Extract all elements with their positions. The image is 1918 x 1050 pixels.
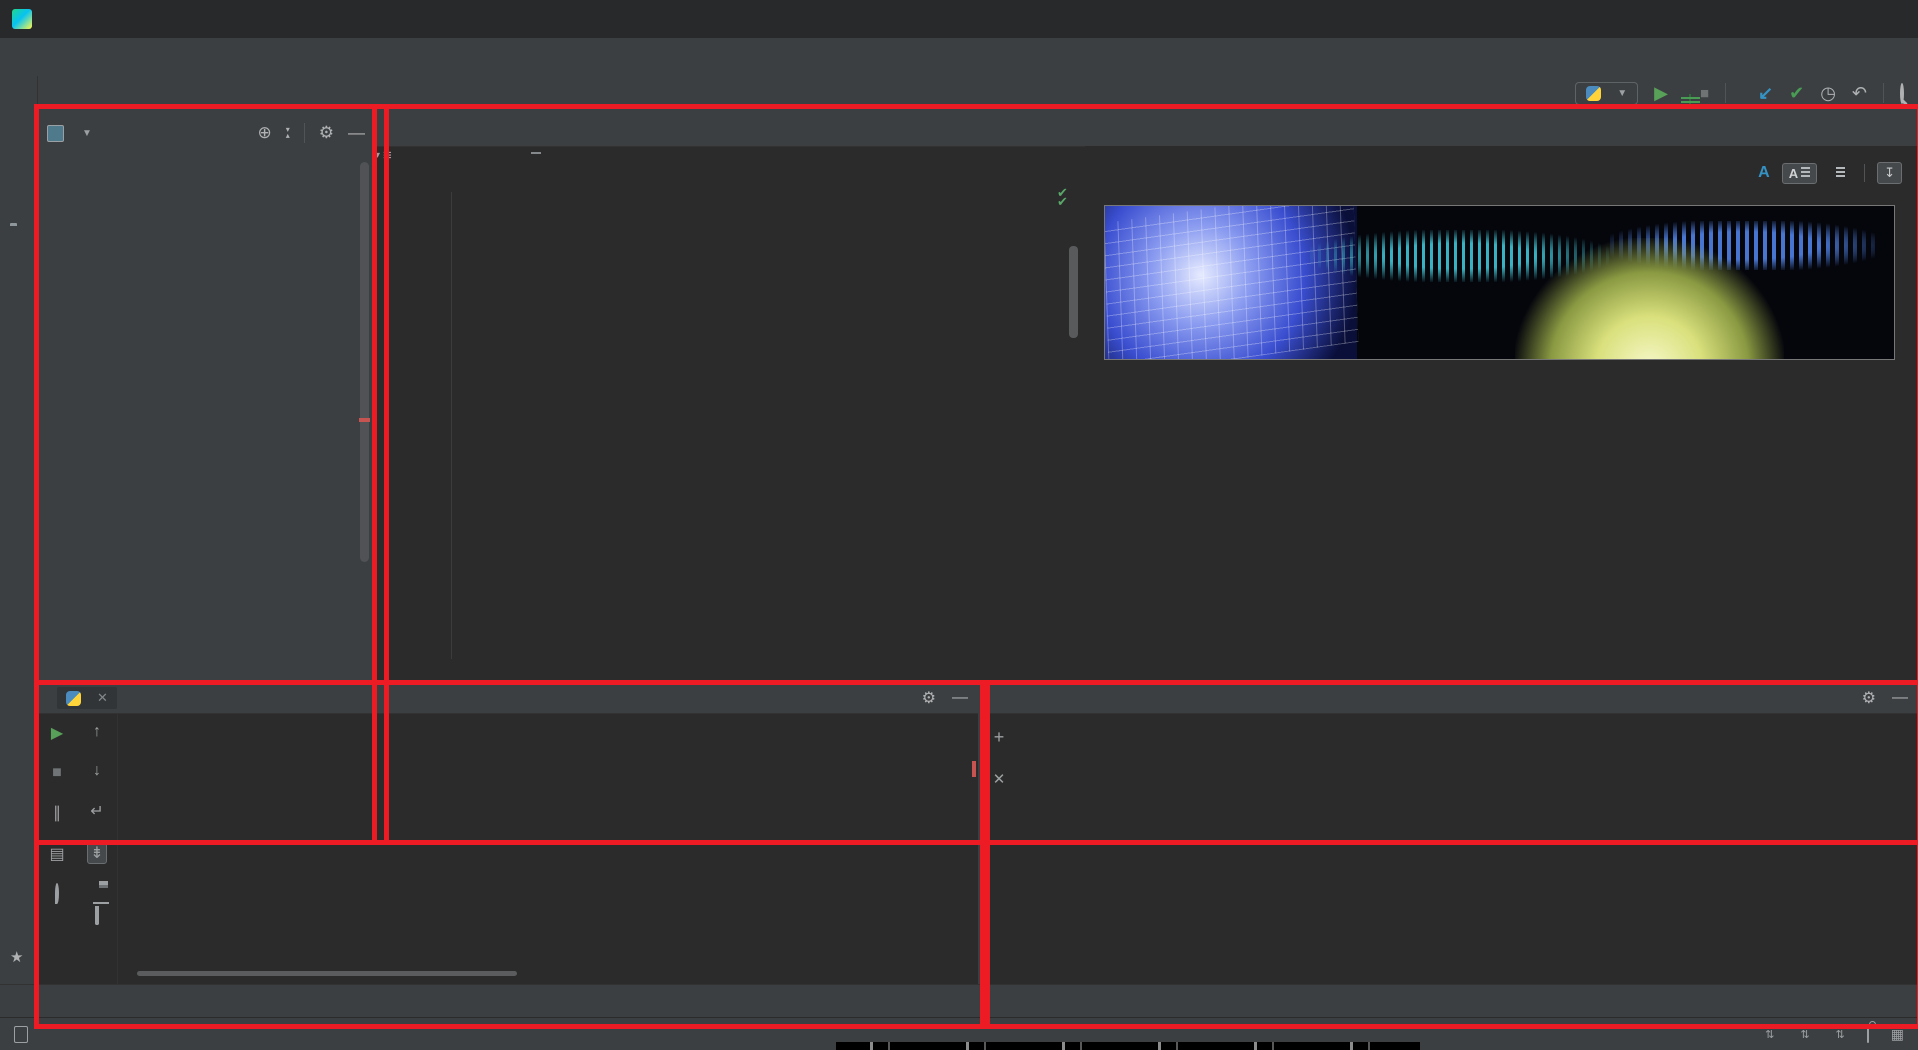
settings-gear-icon[interactable]: ⚙ [319, 123, 334, 143]
up-stack-trace-button[interactable]: ↑ [93, 723, 101, 741]
markdown-preview-pane [1085, 146, 1918, 683]
search-icon [1900, 83, 1904, 104]
collapse-all-button[interactable]: ▾▴ [286, 127, 290, 139]
minimize-button[interactable] [1768, 0, 1818, 38]
close-button[interactable] [1868, 0, 1918, 38]
view-editor-only-button[interactable]: A [1758, 164, 1770, 182]
pin-icon[interactable] [55, 885, 59, 903]
soft-wrap-button[interactable]: ↵ [90, 801, 103, 821]
terminal-toolbar: + ✕ [982, 713, 1016, 984]
chevron-updown-icon: ⇅ [1765, 1028, 1774, 1041]
python-icon [66, 691, 81, 706]
star-icon[interactable]: ★ [10, 948, 23, 966]
run-button[interactable]: ▶ [1654, 84, 1668, 102]
run-configuration-select[interactable]: ▼ [1575, 82, 1638, 105]
gutter-divider [451, 192, 452, 659]
line-separator-select[interactable]: ⇅ [1761, 1028, 1774, 1041]
git-branch-select[interactable]: ⇅ [1832, 1028, 1845, 1041]
close-icon[interactable]: ✕ [97, 690, 108, 706]
close-session-button[interactable]: ✕ [993, 770, 1006, 788]
tnt-banner-image [1104, 205, 1895, 360]
left-tool-stripe: ★ [0, 76, 38, 984]
inspections-ok-icon[interactable]: ✔✔ [1057, 188, 1068, 206]
partial-overlay-strip [836, 1042, 1420, 1050]
restore-layout-button[interactable]: ▤ [49, 844, 64, 864]
project-scrollbar[interactable] [360, 162, 369, 562]
error-stripe-mark [972, 761, 976, 777]
editor-vertical-scrollbar[interactable] [1069, 246, 1078, 338]
run-tab[interactable]: ✕ [57, 687, 117, 709]
banner-surface-graphic [1515, 238, 1783, 360]
chevron-updown-icon: ⇅ [1836, 1028, 1845, 1041]
auto-scroll-preview-button[interactable]: ↧ [1877, 162, 1902, 184]
stop-button[interactable]: ■ [1700, 86, 1709, 101]
menu-bar [0, 38, 1918, 76]
screen-reader-icon[interactable] [14, 1026, 28, 1043]
error-stripe-mark [359, 418, 370, 422]
chevron-updown-icon: ⇅ [1800, 1028, 1809, 1041]
python-icon [1586, 86, 1601, 101]
bottom-tool-stripe [0, 984, 1918, 1018]
project-panel: ▼ ⊕ ▾▴ ⚙ — [37, 110, 375, 683]
document-icon [1836, 167, 1845, 179]
clear-console-button[interactable] [95, 906, 99, 924]
new-session-button[interactable]: + [994, 727, 1005, 748]
maximize-button[interactable] [1818, 0, 1868, 38]
view-divider [1864, 164, 1865, 182]
pycharm-logo-icon [12, 9, 32, 29]
hide-panel-button[interactable]: — [952, 689, 968, 707]
hide-panel-button[interactable]: — [348, 123, 365, 143]
pause-button[interactable]: ∥ [53, 803, 61, 823]
search-everywhere-button[interactable] [1900, 85, 1904, 102]
scroll-to-end-button[interactable]: ⇟ [87, 842, 106, 864]
settings-gear-icon[interactable]: ⚙ [1862, 688, 1876, 708]
editor-area: ▾ ≡ ✔✔ [375, 110, 1918, 683]
chevron-down-icon: ▼ [1617, 88, 1627, 99]
encoding-select[interactable]: ⇅ [1796, 1028, 1809, 1041]
locate-file-button[interactable]: ⊕ [257, 123, 271, 143]
hide-panel-button[interactable]: — [1892, 689, 1908, 707]
settings-gear-icon[interactable]: ⚙ [922, 688, 936, 708]
banner-face-graphic [1105, 206, 1357, 359]
toolbar-divider [1883, 83, 1884, 103]
document-icon [1801, 167, 1810, 179]
preview-view-switcher: A A ↧ [1746, 162, 1902, 184]
run-toolbar: ▶ ■ ∥ ▤ ↑ ↓ ↵ ⇟ [37, 713, 118, 984]
down-stack-trace-button[interactable]: ↓ [93, 762, 101, 780]
rollback-button[interactable]: ↶ [1852, 84, 1867, 102]
view-split-button[interactable]: A [1782, 163, 1817, 184]
rerun-button[interactable]: ▶ [51, 723, 63, 743]
history-button[interactable]: ◷ [1820, 84, 1836, 102]
code-button[interactable] [531, 152, 541, 154]
git-update-button[interactable]: ↙ [1758, 84, 1773, 102]
highlighting-level-icon[interactable]: ▦ [1891, 1026, 1904, 1043]
panel-divider [304, 123, 305, 143]
markdown-source-pane[interactable]: ✔✔ [375, 146, 1085, 683]
project-view-icon [47, 125, 64, 142]
navigation-bar: ▼ ▶ ■ ↙ ✔ ◷ ↶ [0, 76, 1918, 111]
run-panel: ✕ ⚙ — ▶ ■ ∥ ▤ ↑ ↓ ↵ ⇟ [37, 683, 978, 984]
editor-tabs [375, 110, 1918, 147]
git-commit-button[interactable]: ✔ [1789, 84, 1804, 102]
title-bar [0, 0, 1918, 38]
console-horizontal-scrollbar[interactable] [137, 971, 517, 976]
terminal-panel: ⚙ — + ✕ [982, 683, 1918, 984]
markdown-format-toolbar [479, 152, 541, 154]
stop-button[interactable]: ■ [52, 764, 62, 782]
lock-icon[interactable] [1867, 1027, 1869, 1042]
toolbar-divider [1725, 83, 1726, 103]
chevron-down-icon: ▼ [82, 128, 92, 139]
pycharm-window: ▼ ▶ ■ ↙ ✔ ◷ ↶ ★ ▼ ⊕ ▾▴ [0, 0, 1918, 1050]
view-preview-only-button[interactable] [1829, 164, 1852, 182]
